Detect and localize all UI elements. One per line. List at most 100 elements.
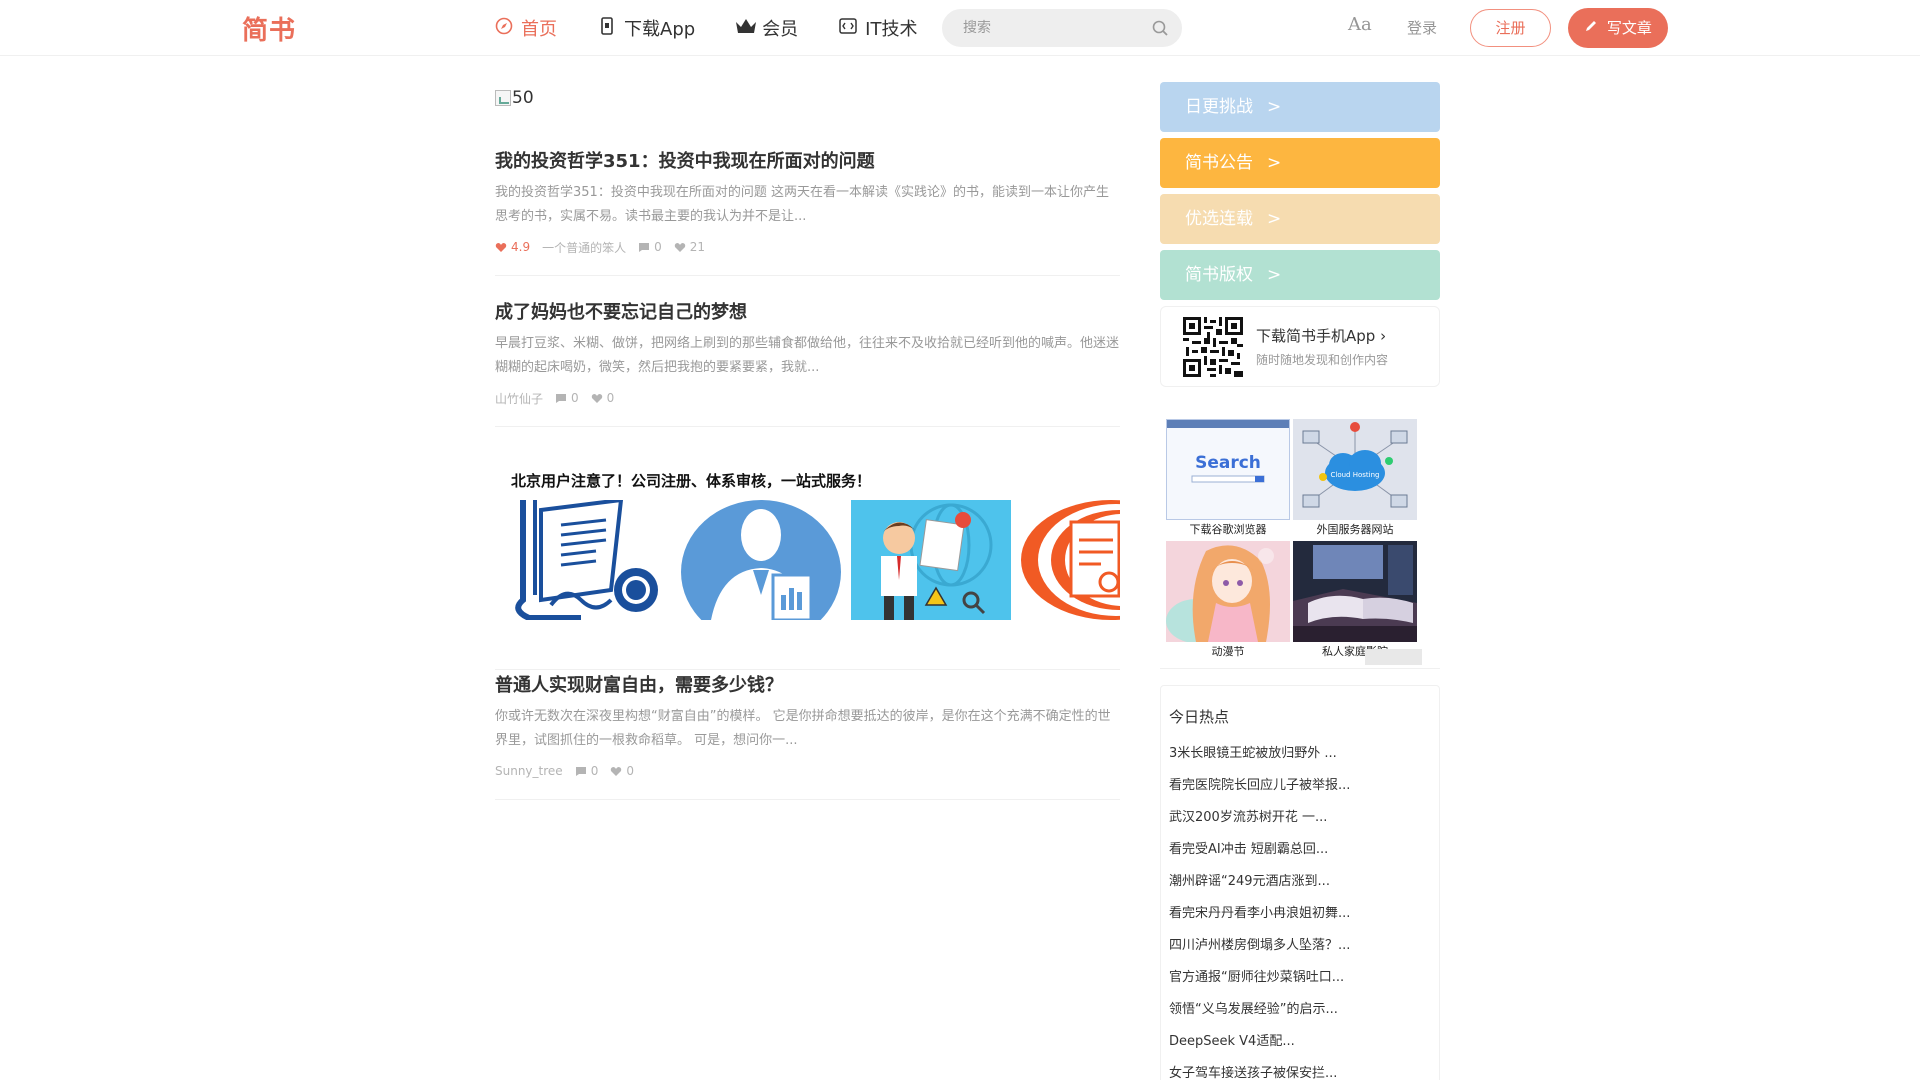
search-icon[interactable] xyxy=(1149,17,1171,39)
ad-image: Search xyxy=(1166,419,1290,520)
certificate-illustration xyxy=(511,500,671,620)
hot-item[interactable]: 武汉200岁流苏树开花 一... xyxy=(1169,808,1429,840)
code-icon xyxy=(838,17,858,39)
ad-tile-home-theater[interactable]: 私人家庭影院 xyxy=(1293,541,1417,659)
diamond-heart-icon xyxy=(495,242,507,252)
chevron-right-icon: › xyxy=(1380,327,1387,345)
login-link[interactable]: 登录 xyxy=(1407,17,1437,38)
document-illustration xyxy=(1021,500,1120,620)
list-item: 我的投资哲学351：投资中我现在所面对的问题 我的投资哲学351：投资中我现在所… xyxy=(495,148,1120,276)
board-label: 简书版权 xyxy=(1185,265,1253,285)
article-list: 50 我的投资哲学351：投资中我现在所面对的问题 我的投资哲学351：投资中我… xyxy=(495,86,1120,800)
chevron-right-icon: > xyxy=(1267,265,1282,285)
ad-tile-hosting[interactable]: Cloud Hosting 外国服务器网站 xyxy=(1293,419,1417,537)
pen-icon xyxy=(1584,19,1603,37)
nav-membership[interactable]: 会员 xyxy=(735,0,798,56)
article-abstract: 我的投资哲学351：投资中我现在所面对的问题 这两天在看一本解读《实践论》的书，… xyxy=(495,185,1109,224)
article-title[interactable]: 我的投资哲学351：投资中我现在所面对的问题 xyxy=(495,148,1120,175)
chevron-right-icon: > xyxy=(1267,153,1282,173)
article-likes: 21 xyxy=(674,240,705,254)
nav-it-tech[interactable]: IT技术 xyxy=(838,0,917,56)
article-title[interactable]: 普通人实现财富自由，需要多少钱？ xyxy=(495,672,1120,699)
article-author[interactable]: 一个普通的笨人 xyxy=(542,239,626,256)
article-meta: Sunny_tree 0 0 xyxy=(495,761,1120,781)
ad-image: Cloud Hosting xyxy=(1293,419,1417,520)
today-hot-panel: 今日热点 3米长眼镜王蛇被放归野外 ... 看完医院院长回应儿子被举报... 武… xyxy=(1160,685,1440,1080)
article-comments[interactable]: 0 xyxy=(555,391,579,405)
board-daily-challenge[interactable]: 日更挑战 > xyxy=(1160,82,1440,132)
article-abstract: 早晨打豆浆、米糊、做饼，把网络上刷到的那些辅食都做给他，往往来不及收拾就已经听到… xyxy=(495,336,1120,375)
nav-it-label: IT技术 xyxy=(865,19,918,40)
download-app-card[interactable]: 下载简书手机App › 随时随地发现和创作内容 xyxy=(1160,306,1440,387)
compass-icon xyxy=(494,17,514,40)
list-item: 成了妈妈也不要忘记自己的梦想 早晨打豆浆、米糊、做饼，把网络上刷到的那些辅食都做… xyxy=(495,299,1120,427)
board-announcement[interactable]: 简书公告 > xyxy=(1160,138,1440,188)
comment-icon xyxy=(639,242,650,252)
board-label: 简书公告 xyxy=(1185,153,1253,173)
heart-icon xyxy=(591,393,602,403)
nav-download-app[interactable]: 下载App xyxy=(597,0,695,56)
article-likes: 0 xyxy=(591,391,614,405)
broken-image-icon xyxy=(495,90,511,106)
sidebar: 日更挑战 > 简书公告 > 优选连载 > 简书版权 > 下载简书手机App › … xyxy=(1160,82,1440,1080)
signup-button[interactable]: 注册 xyxy=(1470,9,1551,47)
sidebar-ad-grid: Search 下载谷歌浏览器 Cloud Hosting 外国服务器网站 动漫节… xyxy=(1160,419,1440,669)
phone-icon xyxy=(597,16,617,40)
ad-banner[interactable]: 北京用户注意了！公司注册、体系审核，一站式服务！ xyxy=(495,449,1120,670)
search-box xyxy=(942,9,1182,47)
heart-icon xyxy=(674,242,685,252)
board-serial[interactable]: 优选连载 > xyxy=(1160,194,1440,244)
svg-text:Search: Search xyxy=(1195,453,1261,473)
hot-panel-title: 今日热点 xyxy=(1169,708,1230,726)
article-title[interactable]: 成了妈妈也不要忘记自己的梦想 xyxy=(495,299,1120,326)
banner-image[interactable]: 50 xyxy=(495,86,1120,110)
hot-item[interactable]: 看完医院院长回应儿子被举报... xyxy=(1169,776,1429,808)
comment-icon xyxy=(575,766,586,776)
hot-item[interactable]: 看完受AI冲击 短剧霸总回... xyxy=(1169,840,1429,872)
hot-item[interactable]: 女子驾车接送孩子被保安拦... xyxy=(1169,1064,1429,1080)
nav-membership-label: 会员 xyxy=(762,19,799,40)
download-app-title: 下载简书手机App › xyxy=(1256,327,1387,345)
consultant-illustration xyxy=(851,500,1011,620)
qr-code-icon xyxy=(1183,317,1243,377)
article-comments[interactable]: 0 xyxy=(638,240,662,254)
board-label: 优选连载 xyxy=(1185,209,1253,229)
ad-headline: 北京用户注意了！公司注册、体系审核，一站式服务！ xyxy=(511,472,872,490)
jianshu-logo[interactable]: 简书 xyxy=(242,10,296,47)
hot-item[interactable]: DeepSeek V4适配... xyxy=(1169,1032,1429,1064)
article-meta: 4.9 一个普通的笨人 0 21 xyxy=(495,237,1120,257)
article-author[interactable]: Sunny_tree xyxy=(495,764,563,778)
ad-tile-anime[interactable]: 动漫节 xyxy=(1166,541,1290,659)
hot-item[interactable]: 看完宋丹丹看李小冉浪姐初舞... xyxy=(1169,904,1429,936)
hot-list: 3米长眼镜王蛇被放归野外 ... 看完医院院长回应儿子被举报... 武汉200岁… xyxy=(1169,744,1429,1080)
chevron-right-icon: > xyxy=(1267,209,1282,229)
font-size-toggle[interactable]: Aa xyxy=(1348,14,1372,35)
ad-caption: 动漫节 xyxy=(1211,645,1245,658)
hot-item[interactable]: 潮州辟谣“249元酒店涨到... xyxy=(1169,872,1429,904)
nav-home[interactable]: 首页 xyxy=(494,0,557,56)
ad-caption: 外国服务器网站 xyxy=(1316,523,1394,536)
write-article-button[interactable]: 写文章 xyxy=(1568,8,1668,48)
hot-item[interactable]: 3米长眼镜王蛇被放归野外 ... xyxy=(1169,744,1429,776)
search-input[interactable] xyxy=(943,10,1143,46)
board-copyright[interactable]: 简书版权 > xyxy=(1160,250,1440,300)
nav-home-label: 首页 xyxy=(521,19,557,40)
ad-tile-browser[interactable]: Search 下载谷歌浏览器 xyxy=(1166,419,1290,537)
heart-icon xyxy=(611,766,622,776)
crown-icon xyxy=(735,18,757,39)
chevron-right-icon: > xyxy=(1267,97,1282,117)
article-comments[interactable]: 0 xyxy=(575,764,598,778)
hot-item[interactable]: 领悟“义乌发展经验”的启示... xyxy=(1169,1000,1429,1032)
hot-item[interactable]: 官方通报“厨师往炒菜锅吐口... xyxy=(1169,968,1429,1000)
article-abstract: 你或许无数次在深夜里构想“财富自由”的模样。 它是你拼命想要抵达的彼岸，是你在这… xyxy=(495,709,1111,748)
main-nav: 首页 下载App 会员 IT技术 xyxy=(494,0,957,56)
article-meta: 山竹仙子 0 0 xyxy=(495,388,1120,408)
ad-caption: 下载谷歌浏览器 xyxy=(1189,523,1267,536)
hot-item[interactable]: 四川泸州楼房倒塌多人坠落？... xyxy=(1169,936,1429,968)
list-item: 普通人实现财富自由，需要多少钱？ 你或许无数次在深夜里构想“财富自由”的模样。 … xyxy=(495,672,1120,800)
top-navbar: 简书 首页 下载App 会员 IT技术 搜索 Aa 登录 注册 写文章 xyxy=(0,0,1920,56)
article-author[interactable]: 山竹仙子 xyxy=(495,390,543,407)
banner-alt-text: 50 xyxy=(512,88,534,108)
ad-label-tag xyxy=(1365,649,1422,665)
svg-text:Cloud Hosting: Cloud Hosting xyxy=(1331,471,1380,479)
